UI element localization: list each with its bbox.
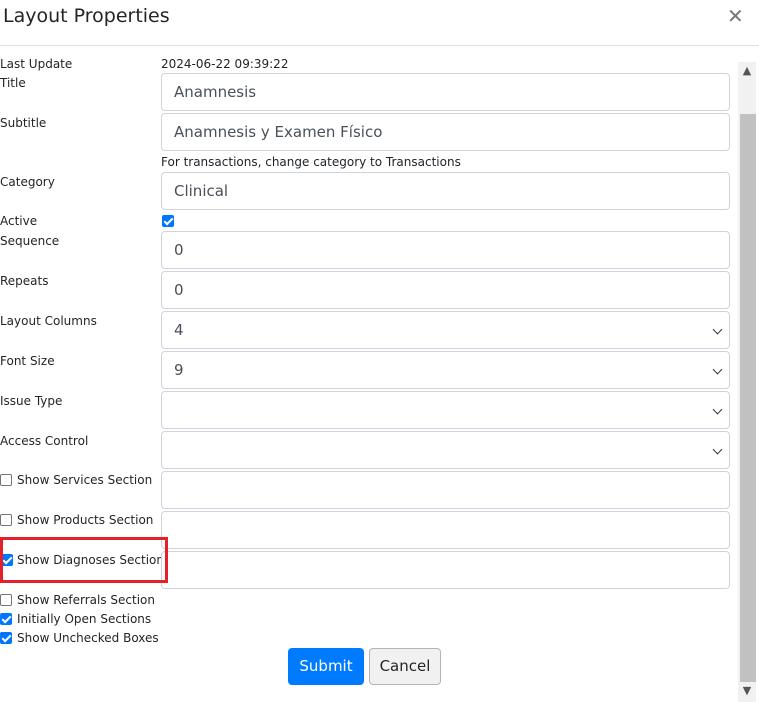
show-products-input[interactable]: [161, 511, 730, 549]
sequence-label: Sequence: [0, 234, 60, 248]
show-products-checkbox[interactable]: [0, 514, 12, 526]
show-diagnoses-input[interactable]: [161, 551, 730, 589]
show-services-input[interactable]: [161, 471, 730, 509]
last-update-label: Last Update: [0, 57, 73, 71]
scroll-thumb[interactable]: [740, 114, 756, 682]
show-unchecked-checkbox[interactable]: [0, 632, 12, 644]
title-label: Title: [0, 76, 26, 90]
subtitle-label: Subtitle: [0, 116, 47, 130]
highlight-box: [0, 537, 168, 583]
font-size-label: Font Size: [0, 354, 55, 368]
scroll-up-icon[interactable]: ▲: [738, 62, 756, 80]
show-referrals-checkbox[interactable]: [0, 594, 12, 606]
scrollbar[interactable]: ▲ ▼: [738, 62, 756, 702]
initially-open-checkbox[interactable]: [0, 613, 12, 625]
category-help-text: For transactions, change category to Tra…: [161, 155, 461, 169]
modal-title: Layout Properties: [3, 5, 170, 27]
sequence-input[interactable]: 0: [161, 231, 730, 269]
access-control-select[interactable]: [161, 431, 730, 469]
active-label: Active: [0, 214, 38, 228]
category-input[interactable]: Clinical: [161, 172, 730, 210]
cancel-button[interactable]: Cancel: [369, 648, 441, 685]
modal-body: Last Update 2024-06-22 09:39:22 Title An…: [0, 47, 738, 702]
active-checkbox[interactable]: [162, 215, 174, 227]
initially-open-label: Initially Open Sections: [17, 612, 152, 626]
repeats-input[interactable]: 0: [161, 271, 730, 309]
show-services-checkbox[interactable]: [0, 474, 12, 486]
access-control-label: Access Control: [0, 434, 89, 448]
modal-header: Layout Properties ✕: [0, 0, 759, 46]
issue-type-label: Issue Type: [0, 394, 63, 408]
show-referrals-label: Show Referrals Section: [17, 593, 155, 607]
repeats-label: Repeats: [0, 274, 49, 288]
font-size-select[interactable]: 9: [161, 351, 730, 389]
close-icon[interactable]: ✕: [727, 6, 744, 26]
layout-columns-select[interactable]: 4: [161, 311, 730, 349]
layout-columns-label: Layout Columns: [0, 314, 97, 328]
scroll-down-icon[interactable]: ▼: [738, 682, 756, 700]
category-label: Category: [0, 175, 55, 189]
issue-type-select[interactable]: [161, 391, 730, 429]
show-services-label: Show Services Section: [17, 473, 153, 487]
last-update-value: 2024-06-22 09:39:22: [161, 57, 289, 71]
show-unchecked-label: Show Unchecked Boxes: [17, 631, 159, 645]
submit-button[interactable]: Submit: [288, 648, 364, 685]
show-products-label: Show Products Section: [17, 513, 154, 527]
title-input[interactable]: Anamnesis: [161, 73, 730, 111]
subtitle-input[interactable]: Anamnesis y Examen Físico: [161, 113, 730, 151]
